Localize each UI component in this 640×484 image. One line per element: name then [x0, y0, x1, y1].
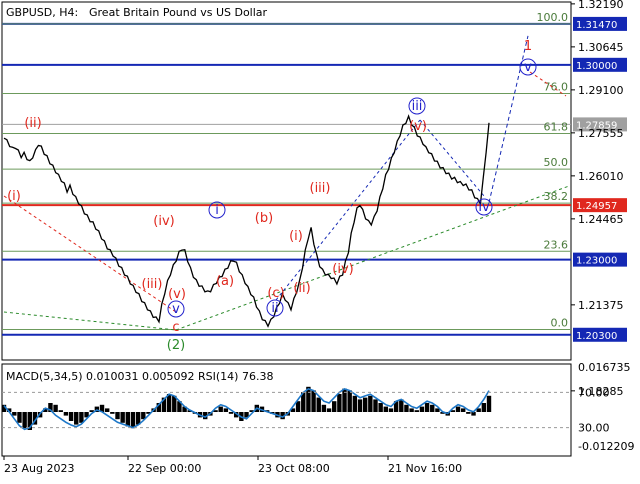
wave-label: iv	[478, 200, 490, 215]
price-tag-label: 1.31470	[576, 20, 617, 31]
price-tick-label: 1.30645	[578, 41, 624, 54]
macd-bar	[223, 408, 229, 412]
fib-level-label: 50.0	[544, 156, 569, 169]
price-tag-label: 1.23000	[576, 256, 617, 267]
macd-bar	[486, 395, 492, 412]
chart-area: 100.0 76.0 61.8 50.0 38.2 23.6 0.0 (ii) (i) (iv)…	[0, 0, 640, 480]
wave-label: (a)	[216, 274, 234, 289]
price-tag-label: 1.30000	[576, 61, 617, 72]
macd-bar	[326, 408, 332, 412]
macd-bar	[115, 412, 120, 420]
macd-bar	[352, 395, 358, 412]
date-label: 22 Sep 00:00	[128, 462, 201, 475]
price-tag-label: 1.24957	[576, 201, 617, 212]
macd-bar	[58, 410, 63, 412]
macd-bar	[466, 412, 471, 414]
macd-bar	[419, 406, 425, 412]
fib-level-label: 100.0	[537, 11, 569, 24]
price-tick-label: 1.26010	[578, 170, 624, 183]
wave-label: iii	[412, 99, 423, 114]
wave-label: c	[172, 320, 179, 335]
rsi-tick-label: 30.00	[578, 422, 610, 435]
wave-label: (ii)	[24, 116, 41, 131]
macd-bar	[461, 408, 466, 412]
macd-bar	[368, 395, 373, 412]
date-label: 21 Nov 16:00	[388, 462, 462, 475]
macd-bar	[22, 412, 27, 429]
macd-bar	[17, 412, 22, 423]
macd-bar	[337, 394, 342, 412]
macd-bar	[12, 412, 17, 416]
macd-tick-label: 0.016735	[578, 361, 631, 374]
wave-label: (2)	[167, 338, 185, 353]
macd-bar	[125, 412, 131, 427]
wave-label: v	[524, 60, 532, 75]
macd-bar	[347, 390, 352, 412]
macd-bar	[357, 399, 363, 412]
wave-label: (ii)	[293, 281, 310, 296]
rsi-tick-label: 70.00	[578, 386, 610, 399]
macd-bar	[383, 406, 389, 412]
macd-bar	[424, 403, 430, 412]
indicator-label: MACD(5,34,5) 0.010031 0.005092 RSI(14) 7…	[6, 370, 273, 383]
macd-bar	[404, 404, 409, 412]
wave-label: (v)	[409, 119, 427, 134]
price-tick-label: 1.32190	[578, 0, 624, 11]
date-label: 23 Oct 08:00	[258, 462, 330, 475]
wave-label: (iii)	[310, 181, 331, 196]
macd-bar	[68, 412, 74, 421]
fib-level-label: 76.0	[544, 80, 569, 93]
macd-bar	[311, 390, 316, 412]
macd-bar	[63, 412, 69, 416]
macd-bar	[228, 412, 234, 414]
price-tick-label: 1.24465	[578, 213, 624, 226]
wave-label: v	[172, 302, 180, 317]
macd-tick-label: -0.012209	[578, 440, 634, 453]
wave-label: (b)	[255, 211, 273, 226]
macd-bar	[409, 408, 414, 412]
wave-label: (v)	[168, 287, 186, 302]
macd-bar	[362, 397, 368, 412]
wave-label: (iv)	[332, 262, 353, 277]
wave-label: i	[215, 203, 219, 218]
wave-label: ii	[271, 301, 278, 316]
macd-bar	[414, 410, 419, 412]
wave-label: (i)	[289, 229, 303, 244]
price-tick-label: 1.21375	[578, 299, 624, 312]
macd-bar	[316, 397, 321, 412]
price-tick-label: 1.27555	[578, 127, 624, 140]
fib-level-label: 23.6	[544, 238, 569, 251]
macd-bar	[120, 412, 125, 423]
macd-bar	[321, 404, 327, 412]
macd-bar	[455, 406, 461, 412]
symbol-label: GBPUSD, H4:	[6, 6, 78, 19]
macd-bar	[378, 403, 383, 412]
macd-bar	[74, 412, 79, 425]
macd-bar	[332, 401, 337, 412]
macd-bar	[53, 404, 58, 412]
macd-bar	[481, 403, 487, 412]
macd-bar	[430, 404, 435, 412]
wave-label: (iv)	[153, 214, 174, 229]
fib-level-label: 61.8	[544, 121, 569, 134]
wave-label: 1	[524, 39, 532, 54]
macd-bar	[388, 408, 394, 412]
macd-bar	[130, 412, 136, 429]
price-tag-label: 1.20300	[576, 331, 617, 342]
price-tick-label: 1.29100	[578, 84, 624, 97]
macd-bar	[104, 408, 110, 412]
fib-level-label: 38.2	[544, 190, 569, 203]
wave-label: (iii)	[142, 277, 163, 292]
date-label: 23 Aug 2023	[4, 462, 74, 475]
chart-svg: 100.0 76.0 61.8 50.0 38.2 23.6 0.0 (ii) (i) (iv)…	[0, 0, 640, 480]
wave-label: (c)	[267, 286, 284, 301]
wave-label: (i)	[7, 189, 21, 204]
macd-bar	[373, 399, 378, 412]
instrument-label: Great Britain Pound vs US Dollar	[89, 6, 268, 19]
macd-bar	[79, 412, 84, 423]
macd-bar	[110, 412, 115, 414]
macd-bar	[218, 406, 223, 412]
fib-level-label: 0.0	[551, 316, 569, 329]
